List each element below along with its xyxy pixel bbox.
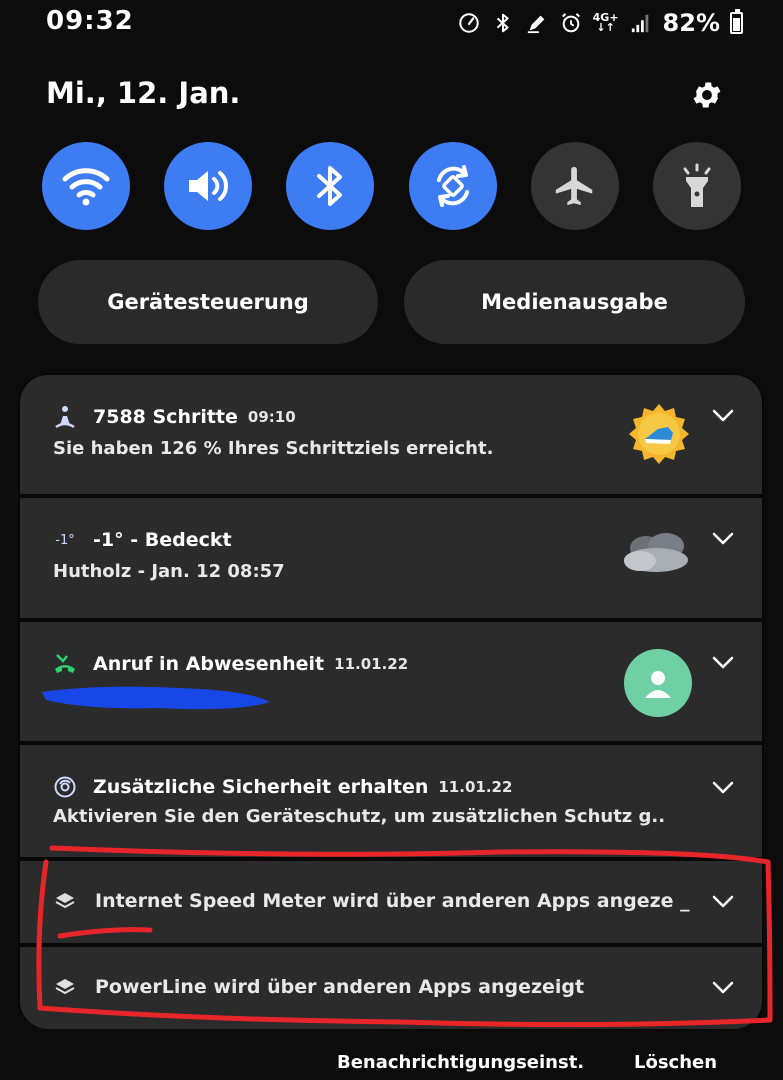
battery-percent: 82% bbox=[662, 9, 720, 37]
notification-title: Anruf in Abwesenheit bbox=[93, 653, 325, 675]
bluetooth-icon bbox=[317, 166, 342, 206]
notification-missed-call[interactable]: Anruf in Abwesenheit 11.01.22 bbox=[20, 622, 762, 741]
notification-security[interactable]: Zusätzliche Sicherheit erhalten 11.01.22… bbox=[20, 745, 762, 857]
signal-icon bbox=[629, 11, 653, 35]
expand-button[interactable] bbox=[712, 528, 734, 550]
chevron-down-icon bbox=[712, 781, 734, 794]
notification-title: -1° - Bedeckt bbox=[93, 529, 232, 551]
device-control-button[interactable]: Gerätesteuerung bbox=[38, 260, 378, 344]
notification-weather[interactable]: -1° -1° - Bedeckt Hutholz - Jan. 12 08:5… bbox=[20, 498, 762, 618]
notification-title: PowerLine wird über anderen Apps angezei… bbox=[95, 976, 585, 998]
wifi-icon bbox=[62, 168, 110, 206]
battery-icon bbox=[730, 9, 743, 34]
layers-icon bbox=[53, 975, 77, 999]
contact-avatar-icon bbox=[624, 649, 692, 717]
notification-time: 09:10 bbox=[247, 408, 296, 426]
gear-icon bbox=[693, 82, 721, 108]
notification-settings-button[interactable]: Benachrichtigungseinst. bbox=[337, 1052, 584, 1073]
status-icons: 4G+ ↓↑ 82% bbox=[457, 8, 743, 38]
layers-icon bbox=[53, 889, 77, 913]
notification-title-row: 7588 Schritte 09:10 bbox=[53, 405, 296, 429]
missed-call-icon bbox=[53, 652, 77, 676]
edit-icon bbox=[525, 11, 549, 35]
airplane-icon bbox=[555, 166, 593, 206]
notification-body: Hutholz - Jan. 12 08:57 bbox=[53, 561, 285, 582]
notification-title-row: Anruf in Abwesenheit 11.01.22 bbox=[53, 652, 408, 676]
expand-button[interactable] bbox=[712, 777, 734, 799]
notification-time: 11.01.22 bbox=[438, 778, 513, 796]
sound-toggle[interactable] bbox=[164, 142, 252, 230]
media-output-button[interactable]: Medienausgabe bbox=[404, 260, 745, 344]
weather-temp-icon: -1° bbox=[55, 532, 75, 548]
notification-title: Internet Speed Meter wird über anderen A… bbox=[95, 890, 690, 912]
alarm-icon bbox=[559, 11, 583, 35]
chevron-down-icon bbox=[712, 656, 734, 669]
notification-steps[interactable]: 7588 Schritte 09:10 Sie haben 126 % Ihre… bbox=[20, 375, 762, 494]
cloud-icon bbox=[620, 530, 694, 580]
auto-rotate-toggle[interactable] bbox=[409, 142, 497, 230]
airplane-mode-toggle[interactable] bbox=[531, 142, 619, 230]
flashlight-toggle[interactable] bbox=[653, 142, 741, 230]
notification-time: 11.01.22 bbox=[334, 655, 409, 673]
notification-overlay-speed-meter[interactable]: Internet Speed Meter wird über anderen A… bbox=[20, 861, 762, 943]
battery-fill bbox=[733, 18, 740, 31]
status-time: 09:32 bbox=[46, 6, 134, 36]
chevron-down-icon bbox=[712, 895, 734, 908]
notification-title: Zusätzliche Sicherheit erhalten bbox=[93, 776, 429, 798]
date-label: Mi., 12. Jan. bbox=[46, 76, 241, 110]
steps-icon bbox=[53, 405, 77, 429]
expand-button[interactable] bbox=[712, 977, 734, 999]
bluetooth-toggle[interactable] bbox=[286, 142, 374, 230]
chevron-down-icon bbox=[712, 981, 734, 994]
speaker-icon bbox=[189, 171, 228, 201]
chevron-down-icon bbox=[712, 409, 734, 422]
bluetooth-icon bbox=[491, 11, 515, 35]
notification-title-row: PowerLine wird über anderen Apps angezei… bbox=[53, 975, 584, 999]
notification-body: Aktivieren Sie den Geräteschutz, um zusä… bbox=[53, 806, 666, 827]
notification-title-row: -1° -1° - Bedeckt bbox=[53, 528, 232, 552]
chevron-down-icon bbox=[712, 532, 734, 545]
flashlight-icon bbox=[683, 163, 711, 207]
expand-button[interactable] bbox=[712, 405, 734, 427]
notification-overlay-powerline[interactable]: PowerLine wird über anderen Apps angezei… bbox=[20, 947, 762, 1029]
network-type: 4G+ ↓↑ bbox=[592, 11, 619, 34]
notification-title: 7588 Schritte bbox=[93, 406, 238, 428]
wifi-toggle[interactable] bbox=[42, 142, 130, 230]
speedometer-icon bbox=[457, 11, 481, 35]
expand-button[interactable] bbox=[712, 891, 734, 913]
settings-button[interactable] bbox=[686, 74, 728, 116]
redaction-mark bbox=[38, 680, 278, 718]
trophy-badge-icon bbox=[628, 403, 690, 469]
notification-body: Sie haben 126 % Ihres Schrittziels errei… bbox=[53, 438, 494, 459]
clear-all-button[interactable]: Löschen bbox=[634, 1052, 717, 1073]
security-icon bbox=[53, 775, 77, 799]
notification-title-row: Internet Speed Meter wird über anderen A… bbox=[53, 889, 690, 913]
rotate-icon bbox=[437, 165, 469, 207]
notification-title-row: Zusätzliche Sicherheit erhalten 11.01.22 bbox=[53, 775, 512, 799]
expand-button[interactable] bbox=[712, 652, 734, 674]
